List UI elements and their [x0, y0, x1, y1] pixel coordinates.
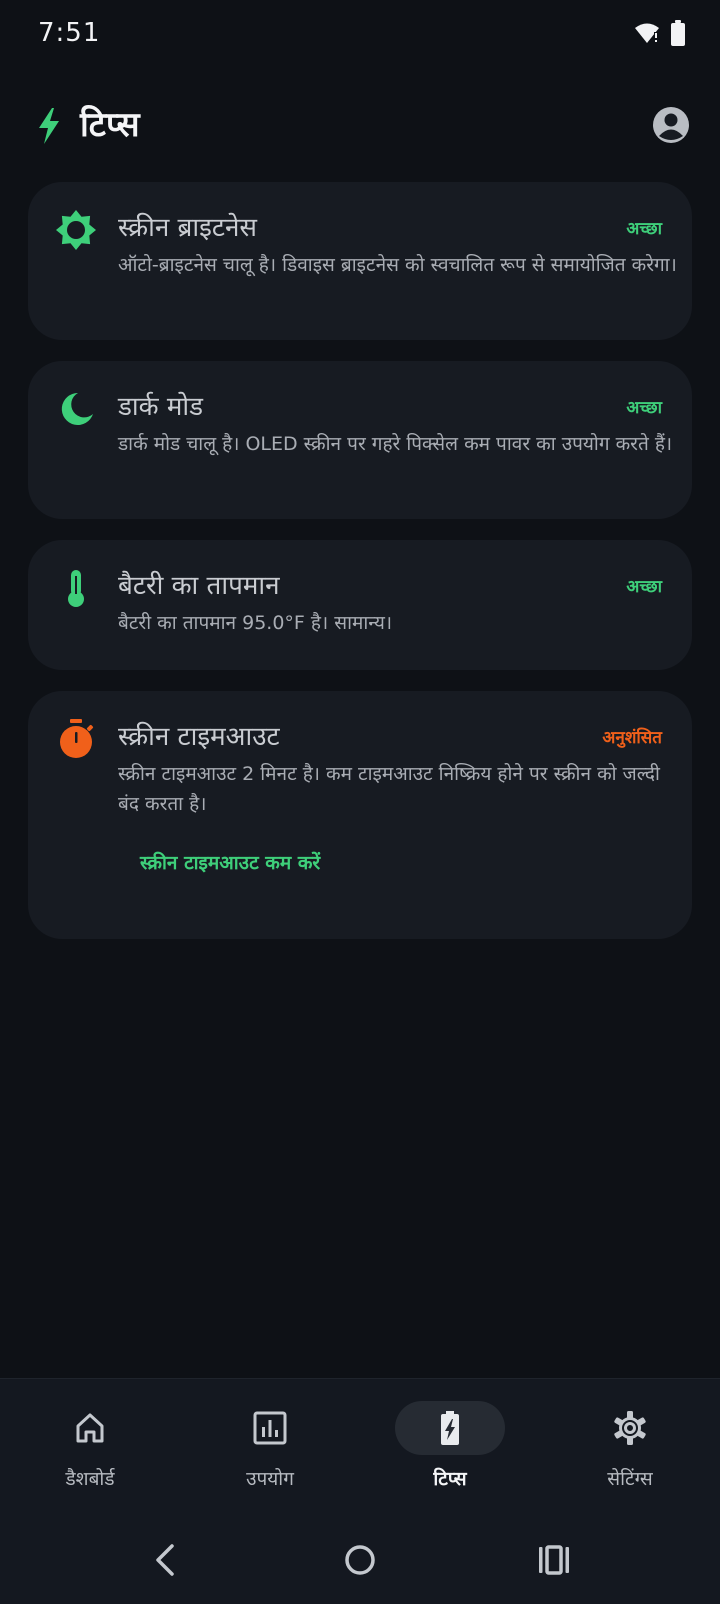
tip-title: स्क्रीन टाइमआउट [118, 722, 280, 752]
tip-title: स्क्रीन ब्राइटनेस [118, 213, 257, 243]
back-icon[interactable] [146, 1540, 186, 1580]
tip-title: डार्क मोड [118, 392, 204, 422]
app-header: टिप्स [0, 90, 720, 160]
brightness-icon [56, 210, 96, 250]
moon-icon [61, 392, 93, 425]
status-bar: 7:51 [0, 0, 720, 70]
tip-description: डार्क मोड चालू है। OLED स्क्रीन पर गहरे … [118, 433, 673, 455]
wifi-icon [635, 23, 659, 43]
tip-card-brightness: स्क्रीन ब्राइटनेस अच्छा ऑटो-ब्राइटनेस चा… [28, 182, 692, 340]
status-badge: अच्छा [626, 219, 662, 239]
nav-item-usage[interactable]: उपयोग [180, 1379, 360, 1515]
bolt-icon [39, 108, 59, 144]
tip-title: बैटरी का तापमान [118, 571, 280, 601]
status-time: 7:51 [38, 18, 101, 48]
status-icons [634, 20, 686, 46]
tip-description: ऑटो-ब्राइटनेस चालू है। डिवाइस ब्राइटनेस … [118, 254, 677, 276]
tip-description: बैटरी का तापमान 95.0°F है। सामान्य। [118, 612, 393, 634]
tip-card-screen-timeout: स्क्रीन टाइमआउट अनुशंसित स्क्रीन टाइमआउट… [28, 691, 692, 939]
tip-card-dark-mode: डार्क मोड अच्छा डार्क मोड चालू है। OLED … [28, 361, 692, 519]
page-title: टिप्स [80, 105, 140, 145]
tip-description: स्क्रीन टाइमआउट 2 मिनट है। कम टाइमआउट नि… [118, 763, 660, 815]
thermometer-icon [68, 570, 84, 607]
nav-label: उपयोग [246, 1468, 294, 1490]
recents-icon[interactable] [534, 1540, 574, 1580]
screen: 7:51 टिप्स स्क्रीन ब्राइटनेस अच्छा ऑटो-ब… [0, 0, 720, 1604]
tip-card-battery-temperature: बैटरी का तापमान अच्छा बैटरी का तापमान 95… [28, 540, 692, 670]
status-badge: अच्छा [626, 398, 662, 418]
home-circle-icon[interactable] [340, 1540, 380, 1580]
reduce-timeout-button[interactable]: स्क्रीन टाइमआउट कम करें [140, 849, 320, 875]
nav-item-settings[interactable]: सेटिंग्स [540, 1379, 720, 1515]
bottom-nav: डैशबोर्ड उपयोग टिप्स सेटिंग्स [0, 1378, 720, 1514]
status-badge: अच्छा [626, 577, 662, 597]
nav-item-tips[interactable]: टिप्स [360, 1379, 540, 1515]
timer-icon [60, 719, 94, 758]
gear-icon [614, 1411, 646, 1445]
battery-icon [671, 20, 685, 46]
account-circle-icon[interactable] [652, 106, 690, 144]
home-icon [76, 1413, 104, 1443]
system-nav [0, 1514, 720, 1604]
bar-chart-icon [253, 1411, 287, 1445]
nav-label: टिप्स [433, 1468, 467, 1490]
nav-item-dashboard[interactable]: डैशबोर्ड [0, 1379, 180, 1515]
nav-label: सेटिंग्स [607, 1468, 653, 1490]
status-badge: अनुशंसित [602, 728, 662, 748]
battery-charging-icon [441, 1411, 459, 1445]
nav-label: डैशबोर्ड [65, 1468, 115, 1490]
